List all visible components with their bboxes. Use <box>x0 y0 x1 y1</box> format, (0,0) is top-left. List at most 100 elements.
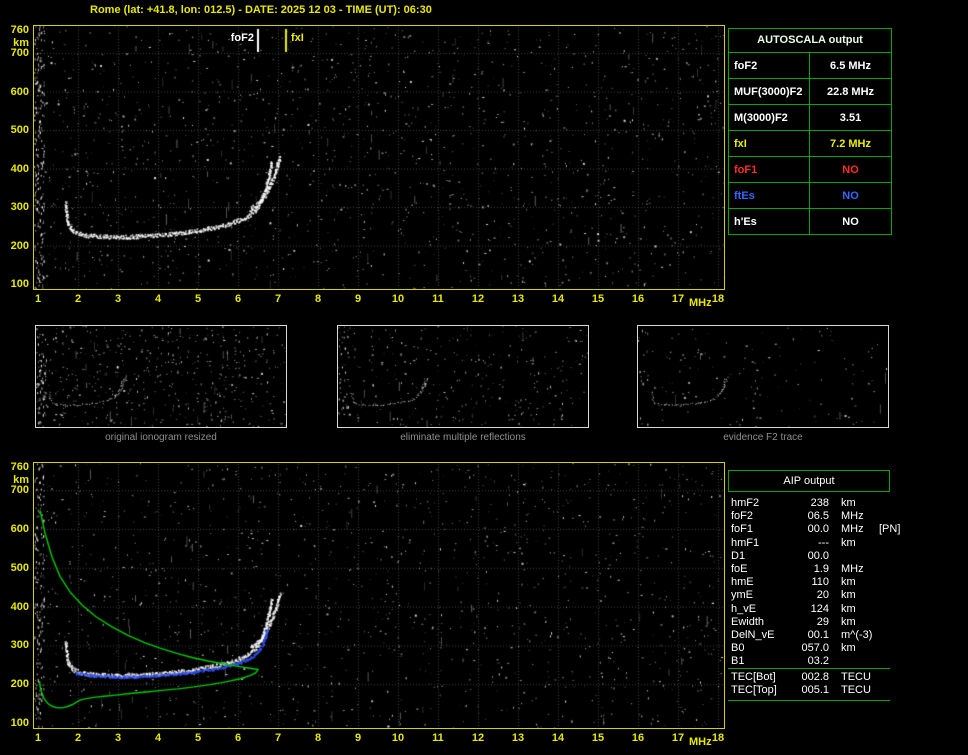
aip-row: B103.2 <box>731 655 891 668</box>
x-axis-tick: 5 <box>187 732 209 744</box>
aip-row-note <box>873 603 891 616</box>
aip-row-note <box>873 616 891 629</box>
aip-row: hmF2238km <box>731 497 891 510</box>
aip-row-value: 110 <box>789 576 829 589</box>
x-axis-tick: 3 <box>107 732 129 744</box>
foF2-marker-label: foF2 <box>218 32 254 44</box>
x-axis-tick: 2 <box>67 732 89 744</box>
autoscala-row: MUF(3000)F222.8 MHz <box>729 78 891 104</box>
x-axis-tick: 17 <box>667 732 689 744</box>
x-axis-tick: 7 <box>267 732 289 744</box>
autoscala-row-value: NO <box>810 157 891 182</box>
x-axis-tick: 4 <box>147 293 169 305</box>
x-axis-tick: 16 <box>627 293 649 305</box>
aip-row-note <box>873 629 891 642</box>
y-axis-tick: 100 <box>3 278 29 290</box>
aip-row: DelN_vE00.1m^(-3) <box>731 629 891 642</box>
aip-row-value: 005.1 <box>789 684 829 697</box>
aip-row-unit: m^(-3) <box>829 629 873 642</box>
x-axis-tick: 13 <box>507 293 529 305</box>
aip-row-note <box>873 684 890 697</box>
autoscala-row: fxI7.2 MHz <box>729 130 891 156</box>
x-axis-tick: 8 <box>307 293 329 305</box>
aip-row-label: foF1 <box>731 523 789 536</box>
thumbnail-caption-evidence: evidence F2 trace <box>637 432 889 443</box>
thumbnail-evidence-canvas <box>638 326 888 427</box>
x-axis-tick: 10 <box>387 293 409 305</box>
thumbnail-original-canvas <box>36 326 286 427</box>
thumbnail-caption-original: original ionogram resized <box>35 432 287 443</box>
autoscala-row-label: foF1 <box>729 157 810 182</box>
aip-row-note: [PN] <box>873 523 900 536</box>
aip-row-note <box>873 510 891 523</box>
aip-row: TEC[Bot]002.8TECU <box>731 671 890 684</box>
aip-row-unit: MHz <box>829 563 873 576</box>
x-axis-label: MHz <box>689 297 712 309</box>
aip-row: ymE20km <box>731 589 891 602</box>
autoscala-row: ftEsNO <box>729 182 891 208</box>
x-axis-tick: 2 <box>67 293 89 305</box>
x-axis-tick: 14 <box>547 732 569 744</box>
aip-row-value: 06.5 <box>789 510 829 523</box>
aip-row-value: 00.0 <box>789 523 829 536</box>
autoscala-row-value: 22.8 MHz <box>810 79 891 104</box>
y-axis-tick: 760 <box>3 24 29 36</box>
x-axis-tick: 11 <box>427 732 449 744</box>
x-axis-tick: 13 <box>507 732 529 744</box>
aip-row-value: 002.8 <box>789 671 829 684</box>
aip-row-unit: TECU <box>829 684 873 697</box>
aip-row-label: TEC[Top] <box>731 684 789 697</box>
aip-row-unit: km <box>829 576 873 589</box>
aip-row: hmF1---km <box>731 537 891 550</box>
thumbnail-eliminate-reflections <box>337 325 589 428</box>
aip-row-note <box>873 642 891 655</box>
x-axis-tick: 1 <box>27 732 49 744</box>
aip-row-note <box>873 589 891 602</box>
aip-row-label: D1 <box>731 550 789 563</box>
ionogram-plot-top <box>33 25 725 290</box>
x-axis-tick: 17 <box>667 293 689 305</box>
autoscala-row-value: NO <box>810 209 891 234</box>
aip-row-value: 057.0 <box>789 642 829 655</box>
aip-row-unit: km <box>829 603 873 616</box>
autoscala-row: h'EsNO <box>729 208 891 234</box>
aip-row: TEC[Top]005.1TECU <box>731 684 890 697</box>
autoscala-row-label: fxI <box>729 131 810 156</box>
x-axis-tick: 14 <box>547 293 569 305</box>
aip-row-label: Ewidth <box>731 616 789 629</box>
aip-row: hmE110km <box>731 576 891 589</box>
autoscala-table-title: AUTOSCALA output <box>729 29 891 52</box>
fxI-marker-label: fxI <box>291 32 304 44</box>
aip-row-label: hmF1 <box>731 537 789 550</box>
aip-row: Ewidth29km <box>731 616 891 629</box>
aip-row-unit <box>829 550 873 563</box>
aip-row-value: 238 <box>789 497 829 510</box>
aip-row-label: hmE <box>731 576 789 589</box>
x-axis-tick: 8 <box>307 732 329 744</box>
y-axis-tick: 500 <box>3 562 29 574</box>
aip-row-note <box>873 550 891 563</box>
ionogram-canvas-top <box>34 26 724 289</box>
y-axis-label: km <box>3 37 29 49</box>
autoscala-row-value: 6.5 MHz <box>810 53 891 78</box>
x-axis-tick: 5 <box>187 293 209 305</box>
y-axis-tick: 200 <box>3 678 29 690</box>
aip-row-note <box>873 671 890 684</box>
aip-row-unit: TECU <box>829 671 873 684</box>
y-axis-tick: 760 <box>3 461 29 473</box>
x-axis-tick: 16 <box>627 732 649 744</box>
thumbnail-original-ionogram <box>35 325 287 428</box>
x-axis-tick: 3 <box>107 293 129 305</box>
aip-row: foF100.0MHz[PN] <box>731 523 891 536</box>
aip-row-label: ymE <box>731 589 789 602</box>
y-axis-tick: 400 <box>3 163 29 175</box>
aip-table-rows: hmF2238kmfoF206.5MHzfoF100.0MHz[PN]hmF1-… <box>731 497 891 668</box>
autoscala-row-value: NO <box>810 183 891 208</box>
autoscala-row: foF26.5 MHz <box>729 52 891 78</box>
aip-row: foE1.9MHz <box>731 563 891 576</box>
x-axis-tick: 6 <box>227 293 249 305</box>
y-axis-tick: 100 <box>3 717 29 729</box>
y-axis-tick: 300 <box>3 639 29 651</box>
aip-tec-section: TEC[Bot]002.8TECUTEC[Top]005.1TECU <box>728 668 890 701</box>
aip-row-label: TEC[Bot] <box>731 671 789 684</box>
